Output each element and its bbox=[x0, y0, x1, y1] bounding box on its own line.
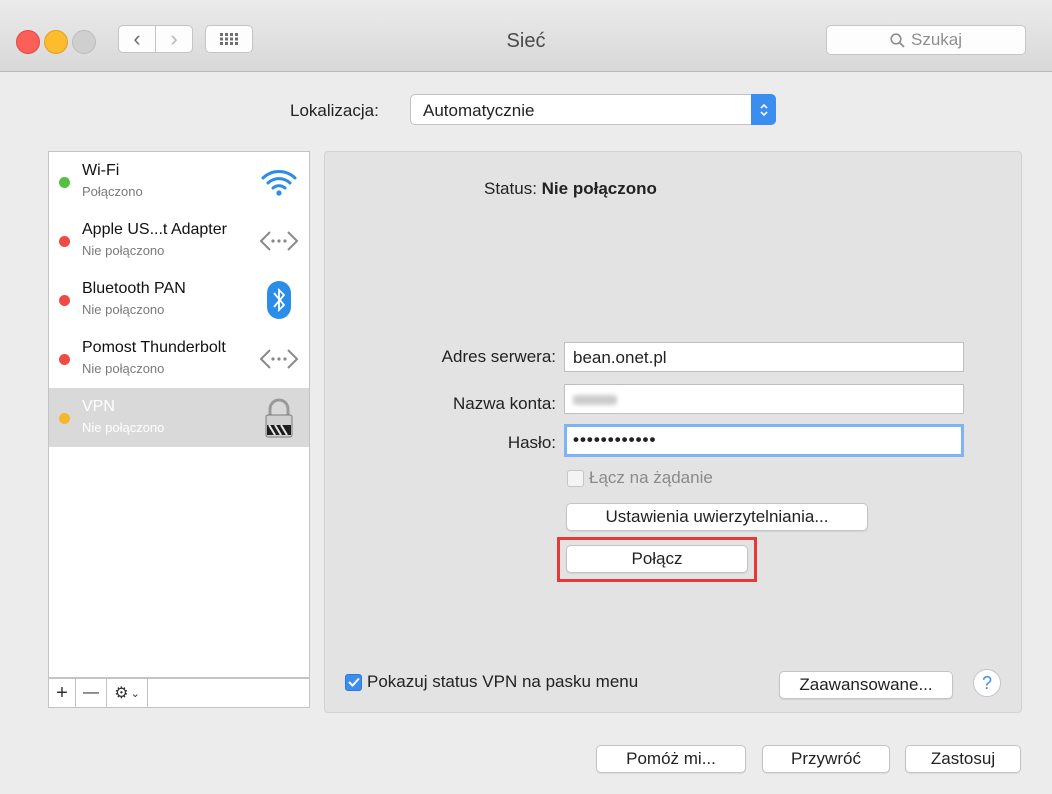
grid-icon bbox=[220, 33, 238, 45]
show-vpn-status-checkbox[interactable] bbox=[345, 673, 362, 691]
bluetooth-icon bbox=[259, 280, 299, 320]
service-item-apple-usb-adapter[interactable]: Apple US...t Adapter Nie połączono bbox=[49, 211, 309, 270]
service-status: Połączono bbox=[82, 184, 143, 199]
search-placeholder: Szukaj bbox=[910, 30, 963, 49]
service-name: Bluetooth PAN bbox=[82, 280, 186, 297]
connect-button[interactable]: Połącz bbox=[566, 545, 748, 573]
service-list: Wi-Fi Połączono Apple US...t Adapter Nie… bbox=[48, 151, 310, 678]
server-address-value: bean.onet.pl bbox=[573, 348, 667, 367]
service-item-thunderbolt-bridge[interactable]: Pomost Thunderbolt Nie połączono bbox=[49, 329, 309, 388]
service-name: Apple US...t Adapter bbox=[82, 221, 227, 238]
apply-button[interactable]: Zastosuj bbox=[905, 745, 1021, 773]
service-name: Pomost Thunderbolt bbox=[82, 339, 226, 356]
revert-button[interactable]: Przywróć bbox=[762, 745, 890, 773]
password-label: Hasło: bbox=[507, 433, 556, 452]
remove-service-button[interactable]: — bbox=[76, 679, 107, 707]
status-dot bbox=[59, 413, 70, 424]
connect-on-demand-checkbox[interactable] bbox=[567, 469, 584, 487]
service-name: VPN bbox=[82, 398, 115, 415]
service-status: Nie połączono bbox=[82, 420, 165, 435]
checkmark-icon bbox=[347, 677, 360, 687]
account-name-label: Nazwa konta: bbox=[453, 394, 556, 413]
server-address-field[interactable]: bean.onet.pl bbox=[564, 342, 964, 372]
forward-button[interactable]: › bbox=[155, 25, 193, 53]
minimize-window-button[interactable] bbox=[44, 30, 68, 54]
stepper-arrows-icon bbox=[751, 94, 776, 125]
title-bar: ‹ › Sieć Szukaj bbox=[0, 0, 1052, 72]
status-row: Status: Nie połączono bbox=[484, 179, 657, 199]
add-service-button[interactable]: + bbox=[49, 679, 76, 707]
status-value: Nie połączono bbox=[541, 179, 657, 198]
location-label: Lokalizacja: bbox=[290, 101, 379, 120]
status-dot bbox=[59, 354, 70, 365]
gear-icon: ⚙ bbox=[114, 685, 129, 702]
show-vpn-status-label: Pokazuj status VPN na pasku menu bbox=[367, 672, 639, 691]
connect-on-demand-row[interactable]: Łącz na żądanie bbox=[567, 468, 713, 488]
server-address-label: Adres serwera: bbox=[441, 347, 556, 366]
password-field[interactable]: •••••••••••• bbox=[564, 424, 964, 457]
minus-icon: — bbox=[83, 684, 99, 701]
show-vpn-status-row[interactable]: Pokazuj status VPN na pasku menu bbox=[345, 672, 638, 692]
wifi-icon bbox=[259, 162, 299, 202]
help-button[interactable]: ? bbox=[973, 669, 1001, 697]
ethernet-icon bbox=[259, 221, 299, 261]
advanced-button[interactable]: Zaawansowane... bbox=[779, 671, 953, 699]
back-button[interactable]: ‹ bbox=[118, 25, 156, 53]
status-dot bbox=[59, 177, 70, 188]
action-menu-button[interactable]: ⚙ ⌄ bbox=[107, 679, 148, 707]
service-list-toolbar: + — ⚙ ⌄ bbox=[48, 678, 310, 708]
account-name-redacted bbox=[573, 395, 617, 405]
service-name: Wi-Fi bbox=[82, 162, 120, 179]
service-item-wifi[interactable]: Wi-Fi Połączono bbox=[49, 152, 309, 211]
authentication-settings-button[interactable]: Ustawienia uwierzytelniania... bbox=[566, 503, 868, 531]
service-status: Nie połączono bbox=[82, 243, 165, 258]
service-item-bluetooth-pan[interactable]: Bluetooth PAN Nie połączono bbox=[49, 270, 309, 329]
close-window-button[interactable] bbox=[16, 30, 40, 54]
account-name-field[interactable] bbox=[564, 384, 964, 414]
status-label: Status: bbox=[484, 179, 537, 198]
location-select[interactable]: Automatycznie bbox=[410, 94, 776, 125]
location-value: Automatycznie bbox=[423, 101, 535, 120]
zoom-window-button[interactable] bbox=[72, 30, 96, 54]
status-dot bbox=[59, 295, 70, 306]
connect-on-demand-label: Łącz na żądanie bbox=[589, 468, 713, 487]
service-item-vpn[interactable]: VPN Nie połączono bbox=[49, 388, 309, 447]
search-icon bbox=[890, 32, 905, 48]
status-dot bbox=[59, 236, 70, 247]
lock-icon bbox=[259, 398, 299, 438]
password-value: •••••••••••• bbox=[573, 430, 657, 449]
assist-me-button[interactable]: Pomóż mi... bbox=[596, 745, 746, 773]
plus-icon: + bbox=[56, 681, 68, 704]
question-mark-icon: ? bbox=[981, 672, 992, 693]
chevron-down-icon: ⌄ bbox=[130, 687, 140, 700]
chevron-right-icon: › bbox=[170, 26, 178, 51]
service-status: Nie połączono bbox=[82, 361, 165, 376]
ethernet-icon bbox=[259, 339, 299, 379]
service-status: Nie połączono bbox=[82, 302, 165, 317]
show-all-button[interactable] bbox=[205, 25, 253, 53]
chevron-left-icon: ‹ bbox=[133, 26, 141, 51]
search-field[interactable]: Szukaj bbox=[826, 25, 1026, 55]
